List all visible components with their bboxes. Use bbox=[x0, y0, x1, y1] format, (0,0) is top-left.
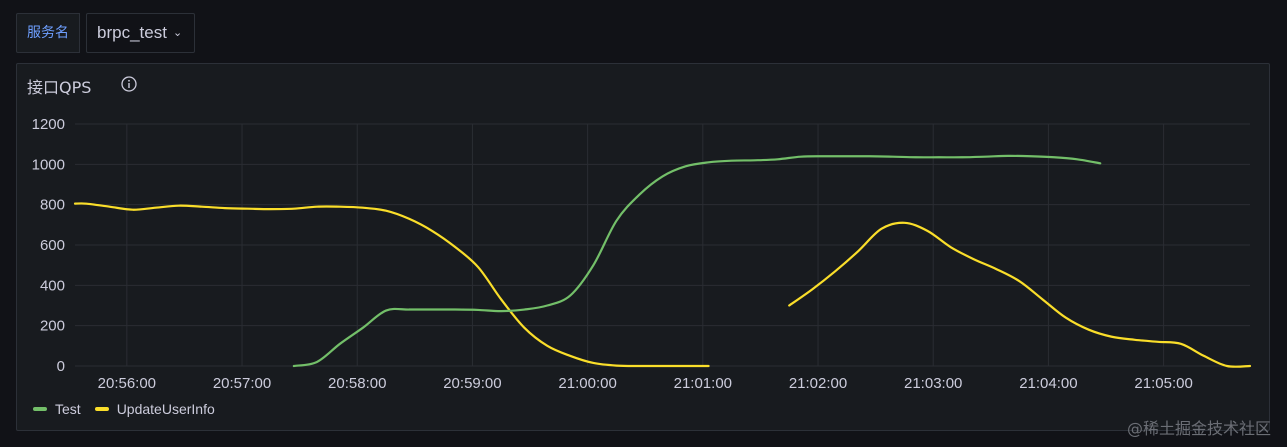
legend-label-test: Test bbox=[55, 401, 81, 417]
legend-swatch-updateuserinfo bbox=[94, 407, 109, 411]
y-tick-label: 800 bbox=[40, 197, 65, 214]
x-tick-label: 20:56:00 bbox=[98, 375, 156, 392]
x-tick-label: 21:03:00 bbox=[904, 375, 962, 392]
x-tick-label: 20:57:00 bbox=[213, 375, 271, 392]
chevron-down-icon: ⌄ bbox=[172, 27, 183, 39]
legend-item-updateuserinfo[interactable]: UpdateUserInfo bbox=[94, 401, 215, 417]
qps-panel: 接口QPS 0 200 400 600 800 1000 1200 20:56:00 20:57… bbox=[16, 63, 1270, 431]
service-name-select[interactable]: brpc_test ⌄ bbox=[86, 13, 196, 53]
variable-label: 服务名 bbox=[16, 13, 80, 53]
x-tick-label: 21:04:00 bbox=[1019, 375, 1077, 392]
y-tick-label: 600 bbox=[40, 237, 65, 254]
y-tick-label: 400 bbox=[40, 277, 65, 294]
series-line-updateuserinfo bbox=[788, 221, 1252, 368]
x-tick-label: 21:00:00 bbox=[558, 375, 616, 392]
x-tick-label: 20:58:00 bbox=[328, 375, 386, 392]
watermark: @稀土掘金技术社区 bbox=[1126, 419, 1271, 438]
variable-bar: 服务名 brpc_test ⌄ bbox=[16, 13, 196, 53]
y-tick-label: 0 bbox=[57, 358, 65, 375]
y-tick-label: 1000 bbox=[32, 156, 65, 173]
legend-swatch-test bbox=[33, 407, 47, 411]
x-tick-label: 21:02:00 bbox=[789, 375, 847, 392]
x-tick-label: 21:05:00 bbox=[1134, 375, 1192, 392]
qps-chart[interactable]: 0 200 400 600 800 1000 1200 20:56:00 20:57:00 20:… bbox=[17, 64, 1271, 394]
y-tick-label: 1200 bbox=[32, 116, 65, 133]
legend-label-updateuserinfo: UpdateUserInfo bbox=[116, 401, 215, 417]
y-tick-label: 200 bbox=[40, 318, 65, 335]
service-name-value: brpc_test bbox=[97, 23, 167, 42]
chart-legend: Test UpdateUserInfo bbox=[33, 401, 229, 417]
legend-item-test[interactable]: Test bbox=[33, 401, 81, 417]
x-tick-label: 21:01:00 bbox=[674, 375, 732, 392]
x-tick-label: 20:59:00 bbox=[443, 375, 501, 392]
